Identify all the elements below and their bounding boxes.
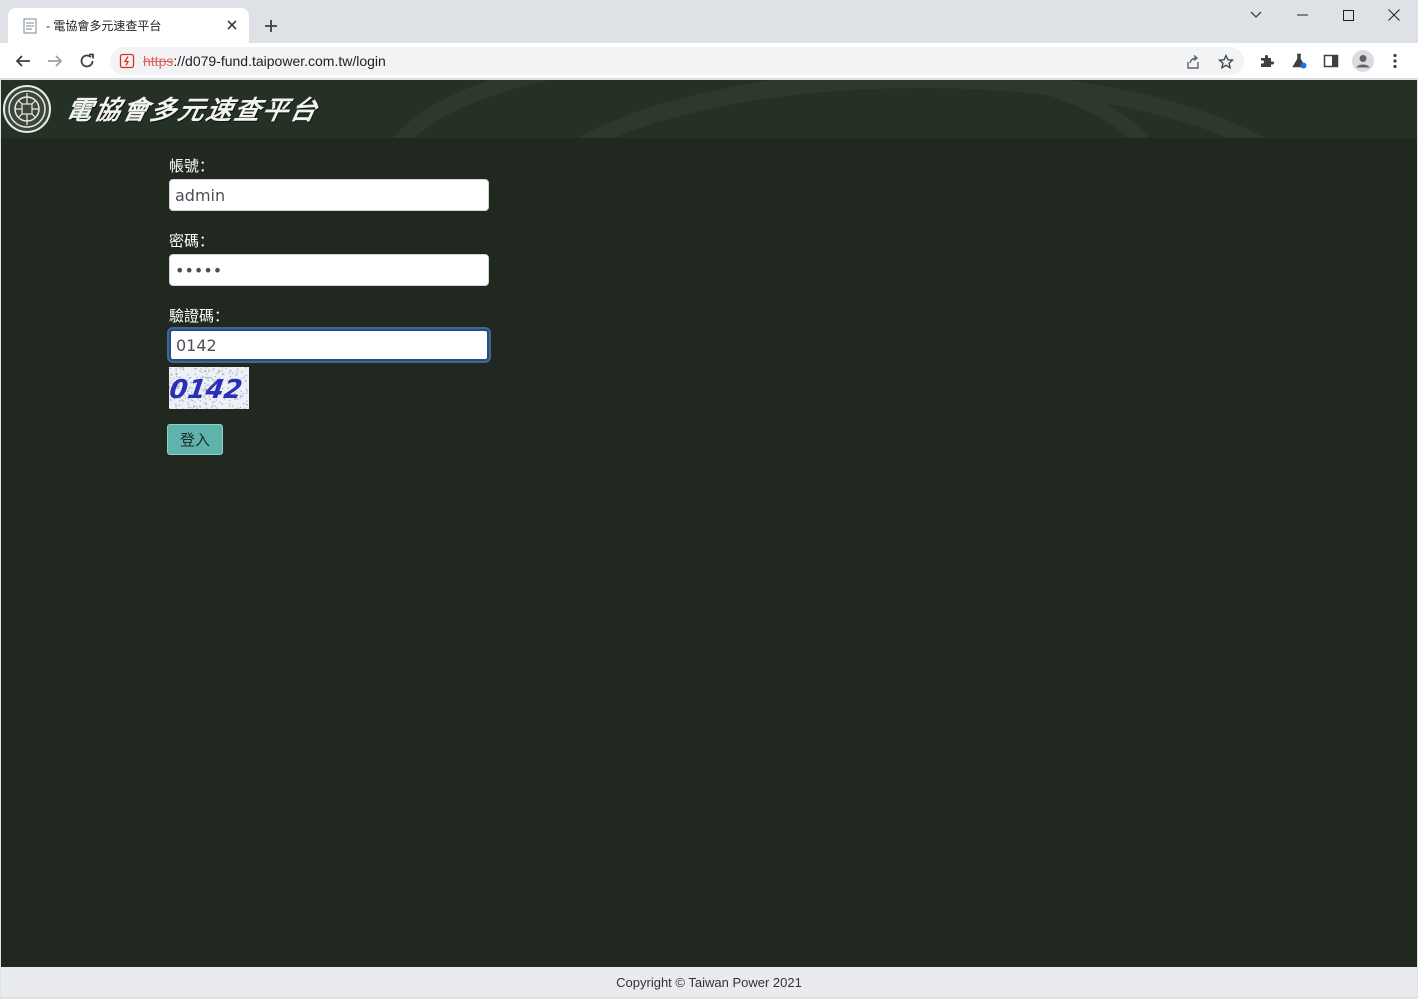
reload-icon[interactable]: [73, 47, 101, 75]
password-group: 密碼：: [169, 231, 491, 286]
login-button[interactable]: 登入: [167, 424, 223, 455]
captcha-input[interactable]: [169, 329, 489, 361]
captcha-group: 驗證碼： 0142: [169, 306, 491, 409]
taipower-logo-icon: [3, 85, 51, 133]
site-title: 電協會多元速查平台: [63, 90, 323, 127]
url-host: ://d079-fund.taipower.com.tw/login: [173, 53, 385, 69]
url-scheme: https: [143, 53, 173, 69]
browser-titlebar: - 電協會多元速查平台: [0, 0, 1418, 43]
profile-avatar-icon[interactable]: [1352, 50, 1374, 72]
maximize-icon[interactable]: [1325, 0, 1371, 30]
page-footer: Copyright © Taiwan Power 2021: [1, 967, 1417, 997]
captcha-label: 驗證碼：: [169, 306, 491, 327]
not-secure-warning-icon[interactable]: [119, 53, 135, 69]
login-form: 帳號： 密碼： 驗證碼： 0142 登入: [169, 156, 491, 429]
extensions-puzzle-icon[interactable]: [1256, 50, 1278, 72]
new-tab-icon[interactable]: [259, 14, 283, 38]
page-favicon-icon: [22, 18, 38, 34]
url-text: https://d079-fund.taipower.com.tw/login: [143, 53, 386, 69]
bookmark-star-icon[interactable]: [1217, 53, 1235, 71]
lab-flask-icon[interactable]: [1288, 50, 1310, 72]
tab-search-chevron-icon[interactable]: [1233, 0, 1279, 30]
account-input[interactable]: [169, 179, 489, 211]
tab-title: - 電協會多元速查平台: [46, 17, 226, 34]
copyright-text: Copyright © Taiwan Power 2021: [616, 975, 802, 990]
close-window-icon[interactable]: [1371, 0, 1417, 30]
password-input[interactable]: [169, 254, 489, 286]
kebab-menu-icon[interactable]: [1384, 50, 1406, 72]
minimize-icon[interactable]: [1279, 0, 1325, 30]
captcha-image-text: 0142: [169, 375, 244, 405]
captcha-image[interactable]: 0142: [169, 367, 249, 409]
password-label: 密碼：: [169, 231, 491, 252]
account-group: 帳號：: [169, 156, 491, 211]
address-bar[interactable]: https://d079-fund.taipower.com.tw/login: [110, 47, 1244, 75]
side-panel-icon[interactable]: [1320, 50, 1342, 72]
account-label: 帳號：: [169, 156, 491, 177]
browser-tab-active[interactable]: - 電協會多元速查平台: [8, 8, 249, 43]
page-content: 電協會多元速查平台 帳號： 密碼： 驗證碼： 0142 登入: [1, 80, 1417, 967]
forward-icon[interactable]: [41, 47, 69, 75]
share-icon[interactable]: [1184, 53, 1202, 71]
close-tab-icon[interactable]: [223, 16, 241, 34]
back-icon[interactable]: [9, 47, 37, 75]
site-header-banner: 電協會多元速查平台: [1, 80, 1417, 138]
browser-toolbar: https://d079-fund.taipower.com.tw/login: [0, 43, 1418, 79]
